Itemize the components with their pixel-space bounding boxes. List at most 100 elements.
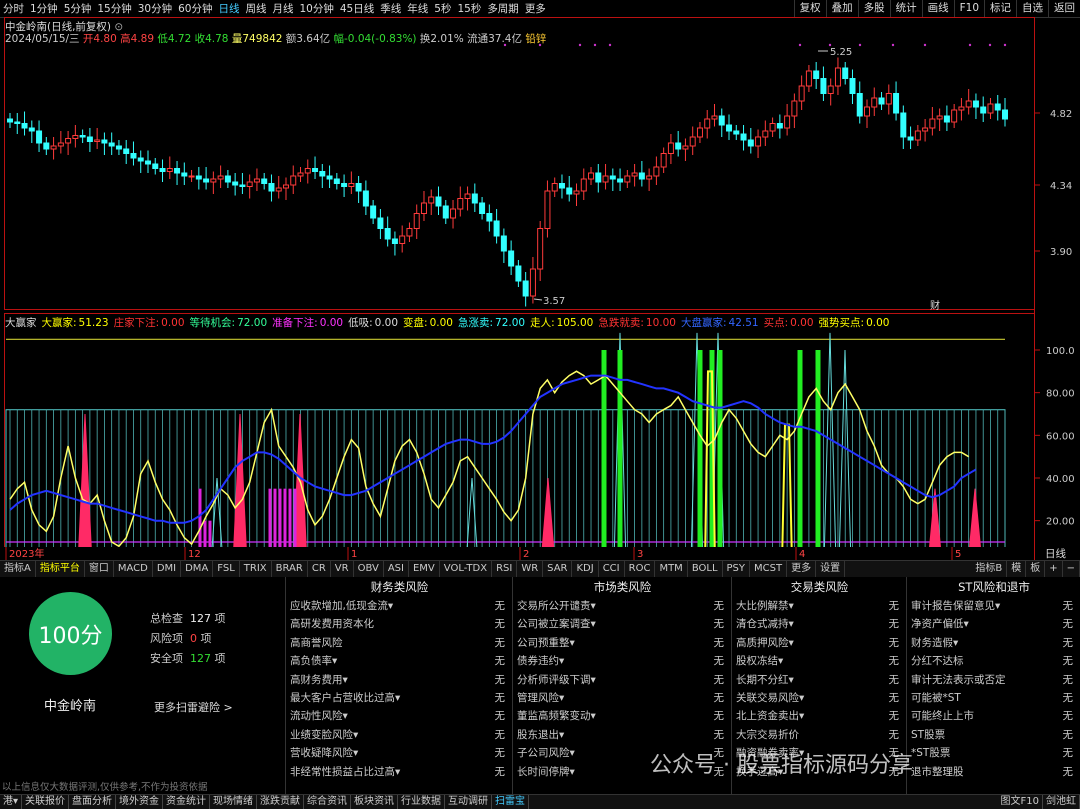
- tab-right-4[interactable]: −: [1063, 561, 1080, 577]
- period-7[interactable]: 周线: [243, 1, 270, 16]
- period-4[interactable]: 30分钟: [135, 1, 175, 16]
- risk-item[interactable]: 交易所公开谴责▾ 无: [513, 597, 732, 615]
- chart-area[interactable]: 4.824.343.90 5.253.57 财 100.080.0060.0040…: [0, 17, 1080, 577]
- toolbar-button-4[interactable]: 画线: [921, 0, 954, 17]
- toolbar-button-0[interactable]: 复权: [793, 0, 826, 17]
- risk-item[interactable]: 可能被*ST 无: [907, 689, 1080, 707]
- risk-item[interactable]: 非经常性损益占比过高▾ 无: [286, 763, 513, 781]
- period-3[interactable]: 15分钟: [94, 1, 134, 16]
- period-2[interactable]: 5分钟: [61, 1, 95, 16]
- tab-16[interactable]: WR: [517, 561, 544, 577]
- toolbar-button-1[interactable]: 叠加: [825, 0, 858, 17]
- risk-item[interactable]: 大宗交易折价 无: [732, 726, 907, 744]
- risk-item[interactable]: 清仓式减持▾ 无: [732, 615, 907, 633]
- period-1[interactable]: 1分钟: [27, 1, 61, 16]
- bottom-tab-1[interactable]: 关联报价: [22, 795, 70, 809]
- period-11[interactable]: 季线: [377, 1, 404, 16]
- risk-item[interactable]: 公司预重整▾ 无: [513, 634, 732, 652]
- tab-right-1[interactable]: 模: [1007, 561, 1027, 577]
- tab-4[interactable]: DMI: [153, 561, 182, 577]
- tab-1[interactable]: 指标平台: [36, 561, 85, 577]
- toolbar-button-5[interactable]: F10: [953, 0, 984, 17]
- tab-right-2[interactable]: 板: [1026, 561, 1046, 577]
- tab-14[interactable]: VOL-TDX: [440, 561, 493, 577]
- bottom-tab-0[interactable]: 港▾: [0, 795, 23, 809]
- tab-22[interactable]: BOLL: [688, 561, 723, 577]
- period-5[interactable]: 60分钟: [175, 1, 215, 16]
- tab-7[interactable]: TRIX: [240, 561, 272, 577]
- tab-right-3[interactable]: +: [1045, 561, 1063, 577]
- toolbar-button-7[interactable]: 自选: [1016, 0, 1048, 17]
- tab-0[interactable]: 指标A: [0, 561, 36, 577]
- bottom-tab-2[interactable]: 盘面分析: [69, 795, 117, 809]
- risk-item[interactable]: 管理风险▾ 无: [513, 689, 732, 707]
- tab-21[interactable]: MTM: [655, 561, 688, 577]
- tab-15[interactable]: RSI: [492, 561, 518, 577]
- risk-item[interactable]: 大比例解禁▾ 无: [732, 597, 907, 615]
- risk-item[interactable]: 高负债率▾ 无: [286, 652, 513, 670]
- period-12[interactable]: 年线: [404, 1, 431, 16]
- period-14[interactable]: 15秒: [454, 1, 484, 16]
- tab-6[interactable]: FSL: [213, 561, 240, 577]
- tab-24[interactable]: MCST: [750, 561, 788, 577]
- risk-item[interactable]: 流动性风险▾ 无: [286, 707, 513, 725]
- period-8[interactable]: 月线: [270, 1, 297, 16]
- risk-item[interactable]: 股权冻结▾ 无: [732, 652, 907, 670]
- bottom-tab-7[interactable]: 综合资讯: [304, 795, 352, 809]
- tab-23[interactable]: PSY: [723, 561, 751, 577]
- period-9[interactable]: 10分钟: [297, 1, 337, 16]
- risk-item[interactable]: 高商誉风险 无: [286, 634, 513, 652]
- period-13[interactable]: 5秒: [431, 1, 454, 16]
- toolbar-button-2[interactable]: 多股: [857, 0, 890, 17]
- bottom-tab-6[interactable]: 涨跌贡献: [257, 795, 305, 809]
- tab-18[interactable]: KDJ: [572, 561, 599, 577]
- tab-8[interactable]: BRAR: [272, 561, 308, 577]
- risk-item[interactable]: 董监高频繁变动▾ 无: [513, 707, 732, 725]
- risk-item[interactable]: 分红不达标 无: [907, 652, 1080, 670]
- risk-item[interactable]: 高质押风险▾ 无: [732, 634, 907, 652]
- more-scan-link[interactable]: 更多扫雷避险 >: [154, 699, 233, 715]
- bottom-tab-5[interactable]: 现场情绪: [210, 795, 258, 809]
- tab-3[interactable]: MACD: [114, 561, 153, 577]
- bottom-tab-9[interactable]: 行业数据: [398, 795, 446, 809]
- bottom-tab-11[interactable]: 扫雷宝: [492, 795, 530, 809]
- tab-10[interactable]: VR: [331, 561, 354, 577]
- tab-5[interactable]: DMA: [181, 561, 214, 577]
- bottom-tab-3[interactable]: 境外资金: [116, 795, 164, 809]
- bottom-tab-4[interactable]: 资金统计: [163, 795, 211, 809]
- tab-13[interactable]: EMV: [409, 561, 440, 577]
- bottom-right-1[interactable]: 剑池虹: [1043, 795, 1080, 809]
- risk-item[interactable]: 业绩变脸风险▾ 无: [286, 726, 513, 744]
- risk-item[interactable]: 应收款增加,低现金流▾ 无: [286, 597, 513, 615]
- risk-item[interactable]: 分析师评级下调▾ 无: [513, 671, 732, 689]
- tab-12[interactable]: ASI: [384, 561, 409, 577]
- period-0[interactable]: 分时: [0, 1, 27, 16]
- tab-19[interactable]: CCI: [599, 561, 625, 577]
- risk-item[interactable]: 高研发费用资本化 无: [286, 615, 513, 633]
- risk-item[interactable]: *ST股票 无: [907, 744, 1080, 762]
- risk-item[interactable]: 退市整理股 无: [907, 763, 1080, 781]
- financial-event-icon[interactable]: 财: [930, 299, 940, 312]
- toolbar-button-8[interactable]: 返回: [1048, 0, 1080, 17]
- tab-25[interactable]: 更多: [787, 561, 817, 577]
- bottom-tab-8[interactable]: 板块资讯: [351, 795, 399, 809]
- tab-26[interactable]: 设置: [816, 561, 846, 577]
- tab-20[interactable]: ROC: [625, 561, 656, 577]
- tab-2[interactable]: 窗口: [85, 561, 114, 577]
- risk-item[interactable]: 高财务费用▾ 无: [286, 671, 513, 689]
- period-6[interactable]: 日线: [216, 1, 243, 16]
- bottom-right-0[interactable]: 图文F10: [998, 795, 1043, 809]
- risk-item[interactable]: 债券违约▾ 无: [513, 652, 732, 670]
- risk-item[interactable]: 北上资金卖出▾ 无: [732, 707, 907, 725]
- risk-item[interactable]: 长期不分红▾ 无: [732, 671, 907, 689]
- risk-item[interactable]: 审计报告保留意见▾ 无: [907, 597, 1080, 615]
- risk-item[interactable]: 财务造假▾ 无: [907, 634, 1080, 652]
- bottom-tab-10[interactable]: 互动调研: [445, 795, 493, 809]
- tab-11[interactable]: OBV: [354, 561, 384, 577]
- tab-17[interactable]: SAR: [543, 561, 573, 577]
- risk-item[interactable]: 公司被立案调查▾ 无: [513, 615, 732, 633]
- risk-item[interactable]: ST股票 无: [907, 726, 1080, 744]
- risk-item[interactable]: 最大客户占营收比过高▾ 无: [286, 689, 513, 707]
- tab-9[interactable]: CR: [308, 561, 331, 577]
- period-16[interactable]: 更多: [522, 1, 549, 16]
